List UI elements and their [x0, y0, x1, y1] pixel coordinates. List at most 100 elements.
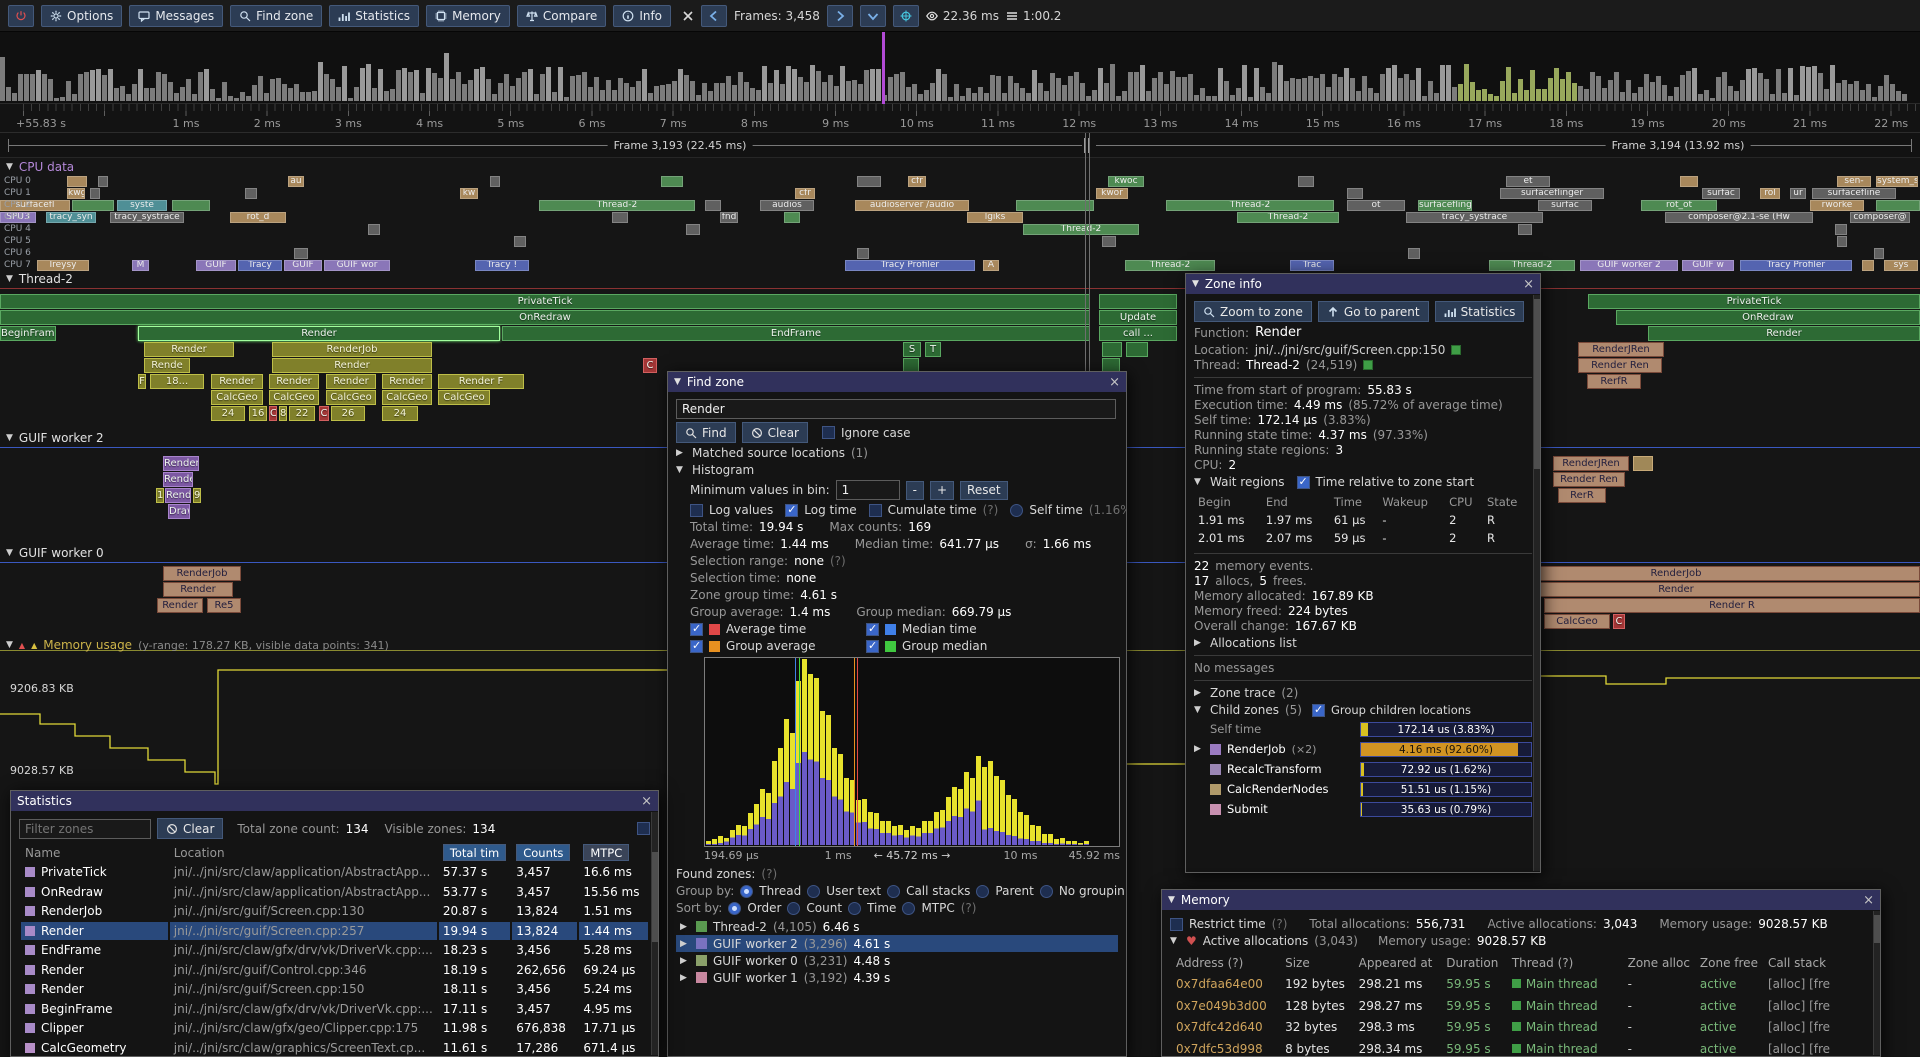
- cpu-segment[interactable]: [1680, 176, 1698, 187]
- cpu-segment[interactable]: ot: [1347, 200, 1405, 211]
- cpu-segment[interactable]: rworke: [1810, 200, 1864, 211]
- child-zone-row[interactable]: ▶ RenderJob (×2) 4.16 ms (92.60%): [1194, 740, 1532, 758]
- zone[interactable]: 24: [382, 406, 418, 421]
- cpu-segment[interactable]: [1408, 248, 1420, 259]
- cpu-segment[interactable]: Thread-2: [1489, 260, 1575, 271]
- zone[interactable]: Render Ren: [1578, 358, 1662, 373]
- zone[interactable]: Render: [272, 358, 432, 373]
- zone[interactable]: C: [319, 406, 329, 421]
- table-row[interactable]: 0x7e049b3d00 128 bytes 298.27 ms 59.95 s…: [1172, 996, 1870, 1016]
- cpu-segment[interactable]: [368, 224, 380, 235]
- table-row[interactable]: 0x7dfc42d640 32 bytes 298.3 ms 59.95 s M…: [1172, 1018, 1870, 1038]
- find-zone-button[interactable]: Find zone: [230, 5, 322, 27]
- expander-icon[interactable]: ▶: [676, 448, 686, 458]
- zone[interactable]: Render: [211, 374, 263, 389]
- messages-button[interactable]: Messages: [129, 5, 223, 27]
- reset-button[interactable]: Reset: [960, 481, 1008, 500]
- cpu-segment[interactable]: Thread-2: [1166, 200, 1334, 211]
- callstack-alloc-link[interactable]: [alloc]: [1768, 1020, 1805, 1034]
- find-button[interactable]: Find: [676, 422, 736, 443]
- next-frame-button[interactable]: [827, 5, 853, 27]
- close-icon[interactable]: ×: [641, 795, 652, 808]
- cpu-segment[interactable]: [784, 212, 800, 223]
- compare-button[interactable]: Compare: [517, 5, 606, 27]
- cpu-segment[interactable]: tracy_systrace: [1406, 212, 1543, 223]
- cpu-segment[interactable]: Thread-2: [1237, 212, 1339, 223]
- scrollbar-thumb[interactable]: [652, 852, 659, 942]
- zone[interactable]: [1102, 342, 1122, 357]
- cpu-segment[interactable]: [245, 188, 257, 199]
- zone[interactable]: Re5: [207, 598, 241, 613]
- expander-icon[interactable]: ▼: [1170, 936, 1180, 946]
- cpu-segment[interactable]: [612, 212, 628, 223]
- statistics-button[interactable]: Statistics: [329, 5, 419, 27]
- cpu-segment[interactable]: [1876, 200, 1920, 211]
- zone-info-titlebar[interactable]: ▼ Zone info ×: [1186, 274, 1540, 294]
- cpu-segment[interactable]: composer@2.1-se (Hw: [1665, 212, 1813, 223]
- expander-icon[interactable]: ▼: [1194, 477, 1204, 487]
- zone[interactable]: RerfR: [1587, 374, 1641, 389]
- child-zone-row[interactable]: Self time 172.14 us (3.83%): [1194, 720, 1532, 738]
- zone[interactable]: Render: [326, 374, 376, 389]
- zone[interactable]: C: [1613, 614, 1625, 629]
- cpu-segment[interactable]: [1874, 248, 1884, 259]
- cpu-segment[interactable]: surfac: [1702, 188, 1740, 199]
- zone[interactable]: 1: [156, 488, 164, 503]
- cpu-segment[interactable]: [72, 200, 114, 211]
- min-values-input[interactable]: [836, 480, 900, 500]
- zone[interactable]: 22: [289, 406, 315, 421]
- goto-frame-button[interactable]: [860, 5, 886, 27]
- zone[interactable]: BeginFrame: [0, 326, 56, 341]
- zone[interactable]: RenderJol: [163, 456, 199, 471]
- collapse-icon[interactable]: ▼: [1168, 895, 1175, 905]
- memory-titlebar[interactable]: ▼ Memory ×: [1162, 890, 1880, 910]
- memory-usage-header[interactable]: ▼▲▲ Memory usage (y-range: 178.27 KB, vi…: [6, 638, 389, 652]
- cpu-segment[interactable]: [1835, 224, 1847, 235]
- callstack-free-link[interactable]: [fre: [1809, 977, 1830, 991]
- zone[interactable]: Render: [138, 326, 500, 341]
- zone[interactable]: Render: [269, 374, 319, 389]
- zone[interactable]: C: [643, 358, 657, 373]
- cpu-segment[interactable]: surfac: [1538, 200, 1592, 211]
- found-zone-group[interactable]: ▶ GUIF worker 0 (3,231) 4.48 s: [676, 952, 1118, 969]
- legend-checkbox[interactable]: [690, 640, 703, 653]
- cpu-segment[interactable]: rot_d: [230, 212, 286, 223]
- cpu-segment[interactable]: Trac: [1290, 260, 1334, 271]
- zone[interactable]: Draw: [168, 504, 190, 519]
- thread-value[interactable]: Thread-2: [1246, 358, 1300, 372]
- cpu-segment[interactable]: GUIF worker 2: [1580, 260, 1678, 271]
- cpu-segment[interactable]: rol: [1760, 188, 1780, 199]
- group-by-call-stacks-radio[interactable]: [887, 885, 900, 898]
- cpu-segment[interactable]: lgiks: [967, 212, 1023, 223]
- group-by-no-groupin-radio[interactable]: [1040, 885, 1053, 898]
- legend-checkbox[interactable]: [690, 623, 703, 636]
- cpu-segment[interactable]: [1016, 200, 1094, 211]
- zone[interactable]: [1099, 294, 1177, 309]
- cpu-segment[interactable]: GUIF: [196, 260, 236, 271]
- cpu-segment[interactable]: rot_ot: [1641, 200, 1717, 211]
- zone[interactable]: RenderJob: [163, 566, 241, 581]
- cpu-segment[interactable]: A: [983, 260, 999, 271]
- cpu-segment[interactable]: surfacefling: [1418, 200, 1472, 211]
- zone[interactable]: C: [269, 406, 277, 421]
- zone[interactable]: Render: [163, 472, 193, 487]
- cpu-segment[interactable]: Ireysy: [37, 260, 89, 271]
- zone[interactable]: CalcGeo: [326, 390, 376, 405]
- table-row[interactable]: RenderJob jni/../jni/src/guif/Screen.cpp…: [21, 903, 648, 921]
- zone[interactable]: Render F: [438, 374, 524, 389]
- frame-label[interactable]: Frame 3,194 (13.92 ms): [1606, 139, 1751, 152]
- cpu-segment[interactable]: Thread-2: [1023, 224, 1139, 235]
- cpu-segment[interactable]: sys: [1884, 260, 1918, 271]
- zone[interactable]: 16: [249, 406, 267, 421]
- cpu-segment[interactable]: composer@: [1850, 212, 1910, 223]
- table-row[interactable]: 0x7dfaa64e00 192 bytes 298.21 ms 59.95 s…: [1172, 975, 1870, 995]
- zone[interactable]: F: [138, 374, 146, 389]
- frame-markers-row[interactable]: Frame 3,193 (22.45 ms) Frame 3,194 (13.9…: [0, 133, 1920, 158]
- cpu-segment[interactable]: cfr: [908, 176, 926, 187]
- cpu-segment[interactable]: GUIF: [284, 260, 322, 271]
- scrollbar[interactable]: [1873, 911, 1880, 1055]
- prev-frame-button[interactable]: [701, 5, 727, 27]
- cpu-segment[interactable]: sen-: [1837, 176, 1871, 187]
- expander-icon[interactable]: ▼: [1194, 705, 1204, 715]
- zone[interactable]: CalcGeo: [382, 390, 432, 405]
